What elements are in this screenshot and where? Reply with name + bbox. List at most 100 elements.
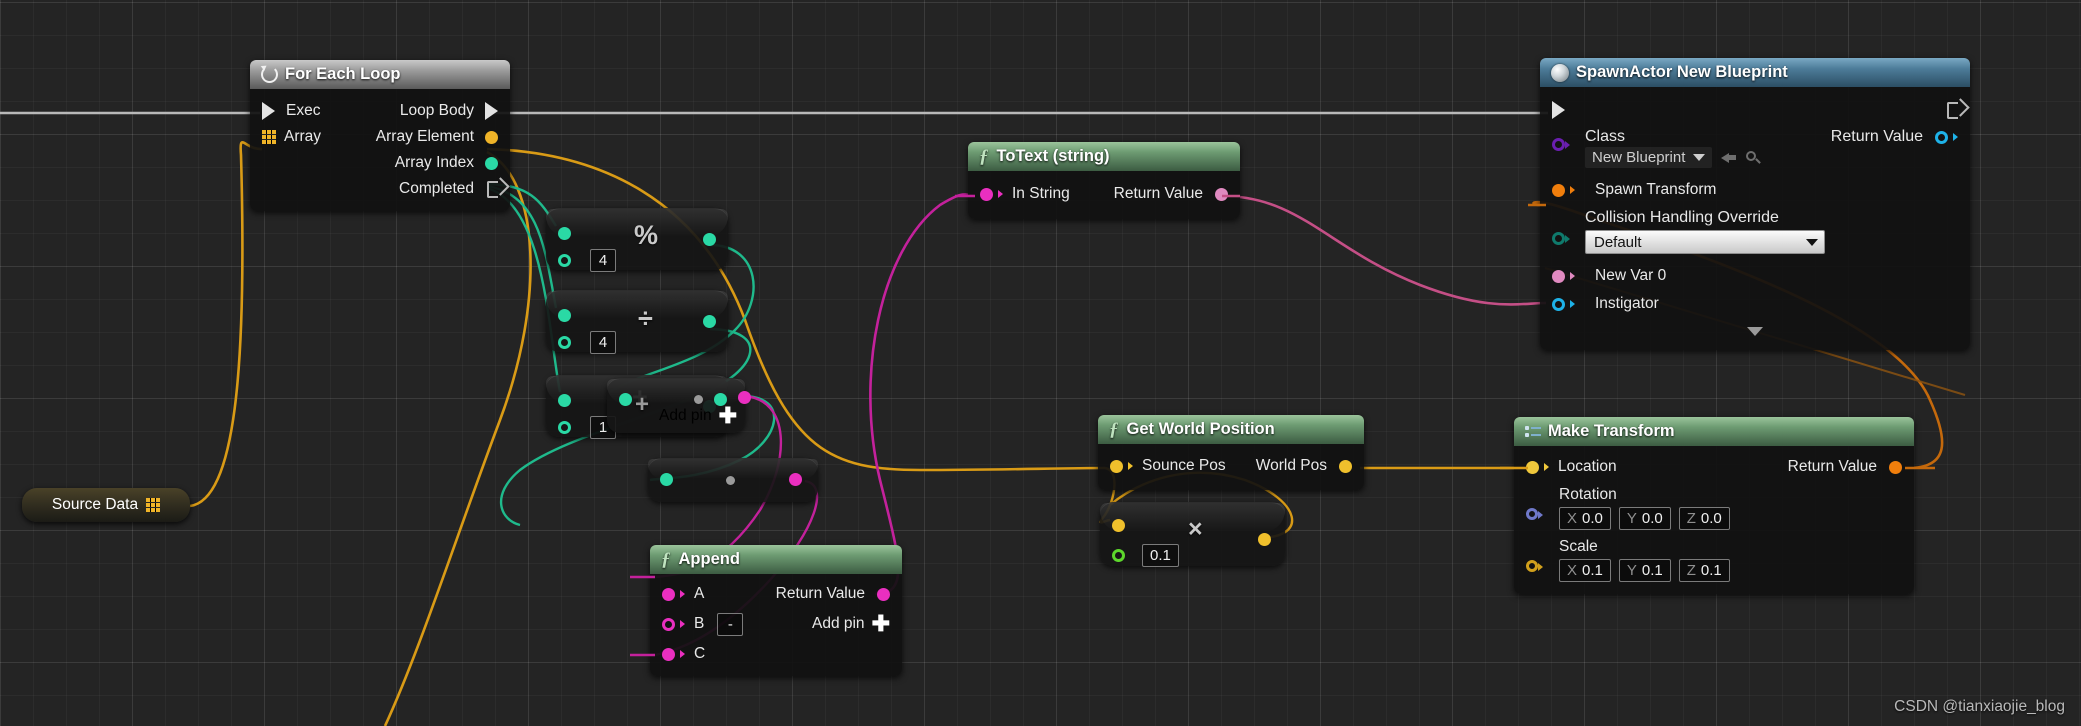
pin-class[interactable] [1552,138,1565,151]
node-spawn-actor[interactable]: SpawnActor New Blueprint Class Return Va… [1540,58,1970,350]
scale-y-field[interactable]: Y 0.1 [1618,559,1671,582]
row-class: Class Return Value New Blueprint [1540,124,1970,168]
exec-out-empty-icon[interactable] [1947,101,1958,119]
pin-new-var-0[interactable]: New Var 0 [1552,267,1666,285]
node-small-lower[interactable] [648,458,818,502]
exec-in-icon[interactable] [1552,101,1565,119]
row-collision-handling: Collision Handling Override Default [1540,203,1970,254]
pin-completed-out[interactable]: Completed [399,180,498,198]
append-add-pin[interactable]: Add pin ✚ [812,613,890,635]
node-title-text: Get World Position [1126,420,1275,438]
scale-z-field[interactable]: Z 0.1 [1678,559,1730,582]
blueprint-graph-canvas[interactable]: For Each Loop Exec Loop Body Array Array… [0,0,2081,726]
pin-location[interactable]: Location [1526,458,1617,476]
pin-arrow-in-string [998,190,1003,198]
pin-small-lower-out[interactable] [789,473,802,486]
pin-multiply-a[interactable] [1112,519,1125,532]
pin-concat-out-magenta[interactable] [738,391,751,404]
pin-collision-handling[interactable] [1552,232,1565,245]
pin-scale[interactable] [1526,560,1538,572]
pin-add-b[interactable] [558,421,571,434]
pin-label-in-string: In String [1012,185,1070,202]
divide-b-value[interactable]: 4 [590,331,616,354]
pin-modulo-out[interactable] [703,233,716,246]
node-to-text[interactable]: ƒ ToText (string) In String Return Value [968,142,1240,219]
node-title-spawn-actor: SpawnActor New Blueprint [1540,58,1970,87]
pin-spawn-transform[interactable]: Spawn Transform [1552,181,1716,199]
pin-modulo-b[interactable] [558,254,571,267]
pin-multiply-b[interactable] [1112,549,1125,562]
collision-handling-dropdown[interactable]: Default [1585,230,1825,254]
node-source-data[interactable]: Source Data [22,488,190,522]
pin-append-a[interactable]: A [662,585,704,603]
pin-dot-array-index [485,156,498,170]
pin-array-index-out[interactable]: Array Index [395,154,498,172]
node-multiply[interactable]: × 0.1 [1100,502,1285,567]
pin-arrow-location [1544,463,1549,471]
pin-loop-body-out[interactable]: Loop Body [400,102,498,120]
pin-label-location: Location [1558,458,1617,475]
modulo-b-value[interactable]: 4 [590,249,616,272]
pin-make-transform-return[interactable]: Return Value [1788,458,1902,476]
label-class: Class [1585,128,1626,145]
pin-array-element-out[interactable]: Array Element [376,128,498,146]
multiply-b-value[interactable]: 0.1 [1142,544,1179,567]
node-append[interactable]: ƒ Append A Return Value B - Add pin ✚ C [650,545,902,676]
pin-append-return[interactable]: Return Value [776,585,890,603]
pin-divide-a[interactable] [558,309,571,322]
row-array: Array Array Element [250,124,510,150]
append-b-value[interactable]: - [717,612,744,636]
node-make-transform[interactable]: Make Transform Location Return Value Rot… [1514,417,1914,594]
scale-x-field[interactable]: X 0.1 [1559,559,1611,582]
group-rotation: Rotation X 0.0 Y 0.0 Z 0.0 [1514,480,1914,530]
row-completed: Completed [250,176,510,202]
rotation-x-field[interactable]: X 0.0 [1559,507,1611,530]
axis-label-z: Z [1686,562,1696,579]
scale-z-value: 0.1 [1700,562,1722,579]
pin-add-a[interactable] [558,394,571,407]
pin-divide-out[interactable] [703,315,716,328]
transform-icon [1525,425,1541,439]
pin-world-pos[interactable]: World Pos [1256,457,1352,475]
node-for-each-loop[interactable]: For Each Loop Exec Loop Body Array Array… [250,60,510,211]
axis-label-z: Z [1686,510,1696,527]
axis-label-x: X [1567,510,1578,527]
pin-append-c[interactable]: C [662,645,705,663]
pin-concat-in[interactable] [619,393,632,406]
pin-small-lower-mid[interactable] [726,476,735,485]
rotation-y-field[interactable]: Y 0.0 [1618,507,1671,530]
pin-sounce-pos[interactable]: Sounce Pos [1110,457,1226,475]
pin-spawn-return[interactable]: Return Value [1831,128,1958,146]
pin-append-b[interactable]: B - [662,612,744,636]
pin-concat-mid[interactable] [694,395,703,404]
pin-rotation[interactable] [1526,508,1538,520]
pin-modulo-a[interactable] [558,227,571,240]
exec-out-empty-icon [487,180,498,198]
concat-plus-symbol: + [635,391,650,418]
rotation-z-field[interactable]: Z 0.0 [1678,507,1730,530]
pin-exec-in[interactable]: Exec [262,102,320,120]
node-divide[interactable]: ÷ 4 [546,290,728,354]
pin-in-string[interactable]: In String [980,185,1070,203]
node-modulo[interactable]: % 4 [546,208,728,272]
browse-back-icon[interactable] [1721,152,1737,164]
pin-to-text-return[interactable]: Return Value [1114,185,1228,203]
node-get-world-position[interactable]: ƒ Get World Position Sounce Pos World Po… [1098,415,1364,490]
pin-dot-new-var-0 [1552,269,1565,283]
pin-dot-world-pos [1339,459,1352,473]
pin-multiply-out[interactable] [1258,533,1271,546]
class-selector[interactable]: New Blueprint [1585,147,1713,168]
pin-small-lower-in[interactable] [660,473,673,486]
label-instigator: Instigator [1595,295,1659,312]
pin-arrow-c [680,650,685,658]
pin-label-return-value: Return Value [1830,128,1923,145]
pin-divide-b[interactable] [558,336,571,349]
pin-array-in[interactable]: Array [262,128,321,146]
function-icon: ƒ [979,145,989,167]
concat-add-pin[interactable]: Add pin ✚ [659,405,737,427]
pin-instigator[interactable]: Instigator [1552,295,1659,313]
node-concat-small[interactable]: + Add pin ✚ [607,378,745,433]
expand-row[interactable] [1540,327,1970,336]
search-icon[interactable] [1746,150,1762,165]
node-title-make-transform: Make Transform [1514,417,1914,446]
